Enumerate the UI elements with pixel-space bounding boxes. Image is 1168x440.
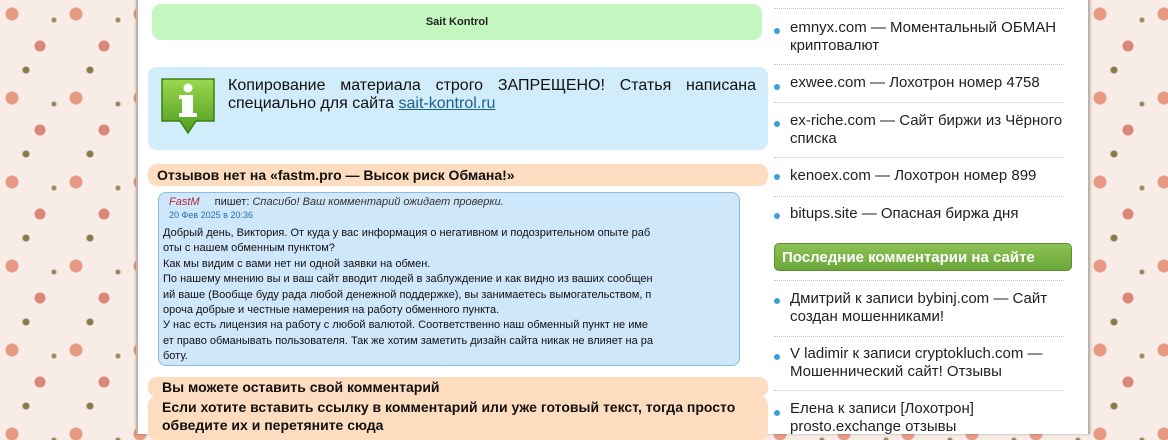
site-title: Sait Kontrol bbox=[425, 16, 489, 28]
bullet-dot-icon bbox=[774, 354, 780, 360]
comment-box: FastM пишет: Спасибо! Ваш комментарий ож… bbox=[158, 192, 740, 366]
sidebar-post-item[interactable]: exwee.com — Лохотрон номер 4758 bbox=[774, 64, 1064, 101]
recent-comment-item[interactable]: Елена к записи [Лохотрон] prosto.exchang… bbox=[774, 390, 1064, 435]
recent-comment-link[interactable]: Елена к записи [Лохотрон] prosto.exchang… bbox=[790, 400, 1064, 436]
recent-comment-item[interactable]: V ladimir к записи cryptokluch.com — Мош… bbox=[774, 336, 1064, 389]
bullet-dot-icon bbox=[774, 410, 780, 416]
sidebar-post-link[interactable]: ex-riche.com — Сайт биржи из Чёрного спи… bbox=[790, 112, 1064, 148]
bullet-dot-icon bbox=[774, 84, 780, 90]
sidebar-post-link[interactable]: exwee.com — Лохотрон номер 4758 bbox=[790, 74, 1064, 92]
link-hint-heading: Если хотите вставить ссылку в комментари… bbox=[148, 396, 768, 440]
bullet-dot-icon bbox=[774, 174, 780, 180]
bullet-dot-icon bbox=[774, 298, 780, 304]
comment-status: Спасибо! Ваш комментарий ожидает проверк… bbox=[252, 196, 504, 208]
sidebar-post-item[interactable]: ex-riche.com — Сайт биржи из Чёрного спи… bbox=[774, 102, 1064, 155]
copyright-notice: Копирование материала строго ЗАПРЕЩЕНО! … bbox=[148, 67, 768, 150]
bullet-dot-icon bbox=[774, 213, 780, 219]
info-icon bbox=[161, 78, 215, 135]
site-link[interactable]: sait-kontrol.ru bbox=[399, 95, 496, 112]
sidebar-post-item[interactable]: kenoex.com — Лохотрон номер 899 bbox=[774, 157, 1064, 194]
comment-header: FastM пишет: Спасибо! Ваш комментарий ож… bbox=[169, 196, 504, 208]
comment-says: пишет: bbox=[214, 196, 250, 208]
sidebar-post-link[interactable]: emnyx.com — Моментальный ОБМАН криптовал… bbox=[790, 19, 1064, 55]
no-reviews-heading: Отзывов нет на «fastm.pro — Высок риск О… bbox=[148, 164, 768, 186]
bullet-dot-icon bbox=[774, 28, 780, 34]
site-title-bar: Sait Kontrol bbox=[152, 4, 762, 40]
sidebar-post-link[interactable]: kenoex.com — Лохотрон номер 899 bbox=[790, 167, 1064, 185]
recent-comments-heading: Последние комментарии на сайте bbox=[774, 243, 1072, 271]
comment-body: Добрый день, Виктория. От куда у вас инф… bbox=[163, 227, 654, 363]
sidebar-post-item[interactable]: emnyx.com — Моментальный ОБМАН криптовал… bbox=[774, 8, 1064, 59]
main-content: Sait Kontrol Копирование материала строг… bbox=[146, 0, 768, 440]
recent-comment-item[interactable]: Дмитрий к записи bybinj.com — Сайт созда… bbox=[774, 280, 1064, 335]
recent-comment-link[interactable]: V ladimir к записи cryptokluch.com — Мош… bbox=[790, 345, 1064, 381]
comment-author[interactable]: FastM bbox=[169, 196, 200, 208]
recent-comment-link[interactable]: Дмитрий к записи bybinj.com — Сайт созда… bbox=[790, 290, 1064, 326]
comment-date[interactable]: 20 Фев 2025 в 20:36 bbox=[169, 210, 253, 220]
bullet-dot-icon bbox=[774, 121, 780, 127]
notice-text: Копирование материала строго ЗАПРЕЩЕНО! … bbox=[228, 77, 756, 113]
sidebar-post-link[interactable]: bitups.site — Опасная биржа дня bbox=[790, 205, 1064, 223]
leave-comment-heading: Вы можете оставить свой комментарий bbox=[148, 377, 768, 397]
page-container: Sait Kontrol Копирование материала строг… bbox=[136, 0, 1090, 440]
sidebar: emnyx.com — Моментальный ОБМАН криптовал… bbox=[774, 0, 1074, 435]
sidebar-post-item[interactable]: bitups.site — Опасная биржа дня bbox=[774, 196, 1064, 233]
